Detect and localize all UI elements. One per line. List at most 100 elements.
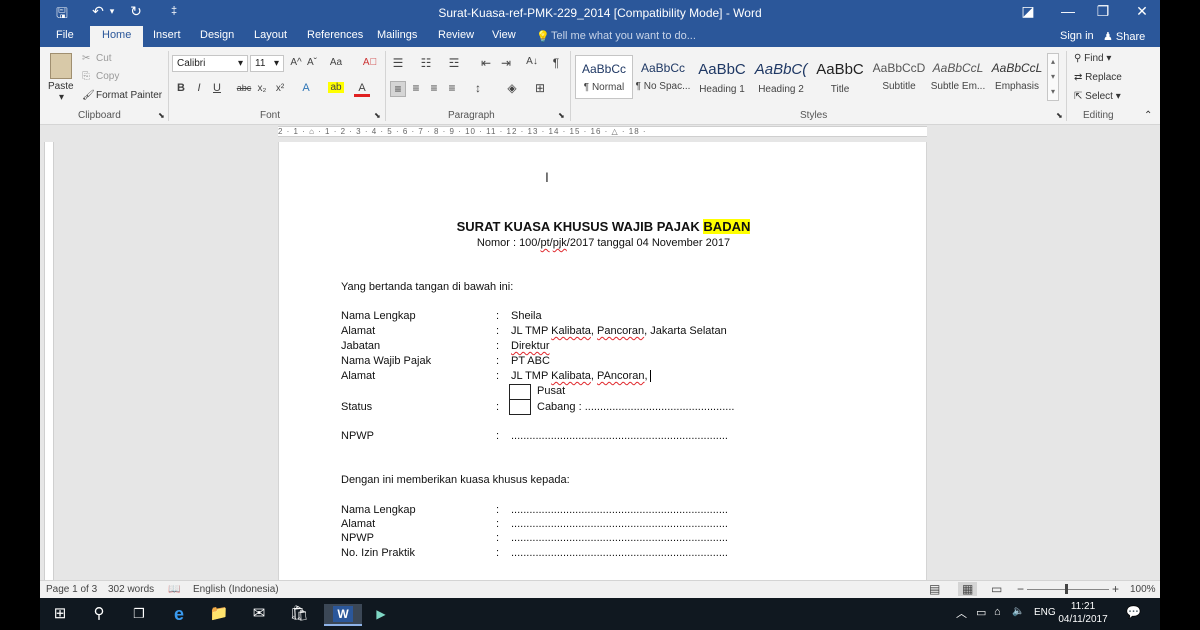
underline-icon[interactable]: U: [209, 82, 225, 94]
clipboard-launcher-icon[interactable]: ⬊: [158, 111, 165, 120]
zoom-in-button[interactable]: +: [1112, 582, 1119, 596]
style-emphasis[interactable]: AaBbCcL Emphasis: [988, 55, 1046, 99]
paste-button[interactable]: Paste: [48, 81, 74, 92]
paragraph-launcher-icon[interactable]: ⬊: [558, 111, 565, 120]
clear-formatting-icon[interactable]: A⃠: [362, 57, 378, 68]
paste-icon[interactable]: [50, 53, 72, 79]
minimize-button[interactable]: —: [1056, 3, 1080, 19]
tab-review[interactable]: Review: [438, 29, 474, 41]
cut-button[interactable]: Cut: [96, 53, 112, 64]
style-no-spacing[interactable]: AaBbCc ¶ No Spac...: [634, 55, 692, 99]
horizontal-ruler[interactable]: 2 · 1 · ⌂ · 1 · 2 · 3 · 4 · 5 · 6 · 7 · …: [278, 126, 927, 137]
edge-browser-icon[interactable]: e: [164, 604, 194, 626]
zoom-slider-thumb[interactable]: [1065, 584, 1068, 594]
highlight-color-icon[interactable]: ab: [328, 82, 344, 93]
change-case-icon[interactable]: Aa: [328, 57, 344, 68]
multilevel-list-icon[interactable]: ☲: [446, 56, 462, 70]
align-right-icon[interactable]: ≡: [426, 81, 442, 95]
decrease-indent-icon[interactable]: ⇤: [478, 56, 494, 70]
store-icon[interactable]: 🛍: [284, 604, 314, 626]
borders-icon[interactable]: ⊞: [532, 81, 548, 95]
align-left-icon[interactable]: ≡: [390, 81, 406, 97]
style-heading-2[interactable]: AaBbC(Heading 2: [752, 55, 810, 99]
select-button[interactable]: ⇱ Select ▾: [1074, 91, 1121, 102]
tell-me-search[interactable]: Tell me what you want to do...: [551, 30, 696, 42]
system-clock[interactable]: 11:21 04/11/2017: [1056, 600, 1110, 626]
italic-icon[interactable]: I: [191, 82, 207, 94]
share-button[interactable]: ♟ Share: [1103, 30, 1145, 43]
subscript-icon[interactable]: x₂: [254, 83, 270, 94]
tab-file[interactable]: File: [56, 29, 74, 41]
increase-indent-icon[interactable]: ⇥: [498, 56, 514, 70]
paste-dropdown-icon[interactable]: ▾: [59, 92, 64, 103]
network-icon[interactable]: ⌂: [994, 606, 1001, 618]
font-name-select[interactable]: Calibri ▾: [172, 55, 248, 72]
copy-button[interactable]: Copy: [96, 71, 119, 82]
show-formatting-marks-icon[interactable]: ¶: [548, 56, 564, 70]
zoom-level[interactable]: 100%: [1130, 584, 1156, 595]
grow-font-icon[interactable]: A^: [288, 57, 304, 68]
input-language[interactable]: ENG: [1034, 607, 1056, 618]
web-layout-icon[interactable]: ▭: [991, 582, 1002, 596]
vertical-ruler[interactable]: [44, 142, 54, 580]
line-spacing-icon[interactable]: ↕: [470, 81, 486, 95]
mail-icon[interactable]: ✉: [244, 604, 274, 626]
bullets-icon[interactable]: ☰: [390, 56, 406, 70]
replace-button[interactable]: ⇄ Replace: [1074, 72, 1122, 83]
language-indicator[interactable]: English (Indonesia): [193, 584, 279, 595]
zoom-slider-track[interactable]: [1027, 589, 1109, 590]
tab-home[interactable]: Home: [90, 26, 144, 47]
start-button-icon[interactable]: ⊞: [45, 604, 75, 626]
proofing-icon[interactable]: 📖: [168, 584, 180, 595]
text-effects-icon[interactable]: A: [298, 82, 314, 94]
ribbon-display-options-icon[interactable]: ◪: [1016, 3, 1040, 20]
tab-mailings[interactable]: Mailings: [377, 29, 417, 41]
cabang-checkbox[interactable]: [509, 399, 531, 415]
sign-in-link[interactable]: Sign in: [1060, 30, 1094, 42]
print-layout-icon[interactable]: ▦: [958, 582, 978, 596]
zoom-out-button[interactable]: −: [1017, 582, 1024, 596]
center-icon[interactable]: ≡: [408, 81, 424, 95]
superscript-icon[interactable]: x²: [272, 83, 288, 94]
sort-icon[interactable]: A↓: [524, 56, 540, 67]
battery-icon[interactable]: ▭: [976, 606, 986, 619]
style-subtitle[interactable]: AaBbCcD Subtitle: [870, 55, 928, 99]
volume-icon[interactable]: 🔈: [1012, 606, 1024, 617]
media-app-icon[interactable]: ▶: [366, 604, 396, 626]
styles-gallery-scroll[interactable]: ▴ ▾ ▾: [1047, 53, 1059, 101]
read-mode-icon[interactable]: ▤: [929, 582, 940, 596]
style-subtle-emphasis[interactable]: AaBbCcL Subtle Em...: [929, 55, 987, 99]
font-size-select[interactable]: 11 ▾: [250, 55, 284, 72]
action-center-icon[interactable]: 💬: [1126, 605, 1141, 619]
strikethrough-icon[interactable]: abc: [236, 83, 252, 93]
justify-icon[interactable]: ≡: [444, 81, 460, 95]
task-view-icon[interactable]: ❐: [124, 604, 154, 626]
word-count[interactable]: 302 words: [108, 584, 154, 595]
restore-button[interactable]: ❐: [1091, 3, 1115, 20]
tab-view[interactable]: View: [492, 29, 516, 41]
format-painter-button[interactable]: Format Painter: [96, 90, 162, 101]
tab-insert[interactable]: Insert: [153, 29, 181, 41]
find-button[interactable]: ⚲ Find ▾: [1074, 53, 1111, 64]
show-hidden-icons-icon[interactable]: ︿: [956, 605, 967, 621]
font-launcher-icon[interactable]: ⬊: [374, 111, 381, 120]
style-heading-1[interactable]: AaBbC Heading 1: [693, 55, 751, 99]
document-page[interactable]: I SURAT KUASA KHUSUS WAJIB PAJAK BADAN N…: [278, 142, 927, 582]
file-explorer-icon[interactable]: 📁: [204, 604, 234, 626]
pusat-checkbox[interactable]: [509, 384, 531, 400]
tab-layout[interactable]: Layout: [254, 29, 287, 41]
font-color-icon[interactable]: A: [354, 82, 370, 97]
shading-icon[interactable]: ◈: [504, 81, 520, 95]
search-icon[interactable]: ⚲: [84, 604, 114, 626]
tab-references[interactable]: References: [307, 29, 363, 41]
bold-icon[interactable]: B: [173, 82, 189, 94]
style-normal[interactable]: AaBbCc ¶ Normal: [575, 55, 633, 99]
shrink-font-icon[interactable]: Aˇ: [304, 57, 320, 68]
collapse-ribbon-icon[interactable]: ⌃: [1144, 110, 1152, 121]
style-title[interactable]: AaBbC Title: [811, 55, 869, 99]
word-taskbar-icon[interactable]: W: [324, 604, 362, 626]
styles-launcher-icon[interactable]: ⬊: [1056, 111, 1063, 120]
close-button[interactable]: ✕: [1130, 3, 1154, 20]
page-count[interactable]: Page 1 of 3: [46, 584, 97, 595]
tab-design[interactable]: Design: [200, 29, 234, 41]
